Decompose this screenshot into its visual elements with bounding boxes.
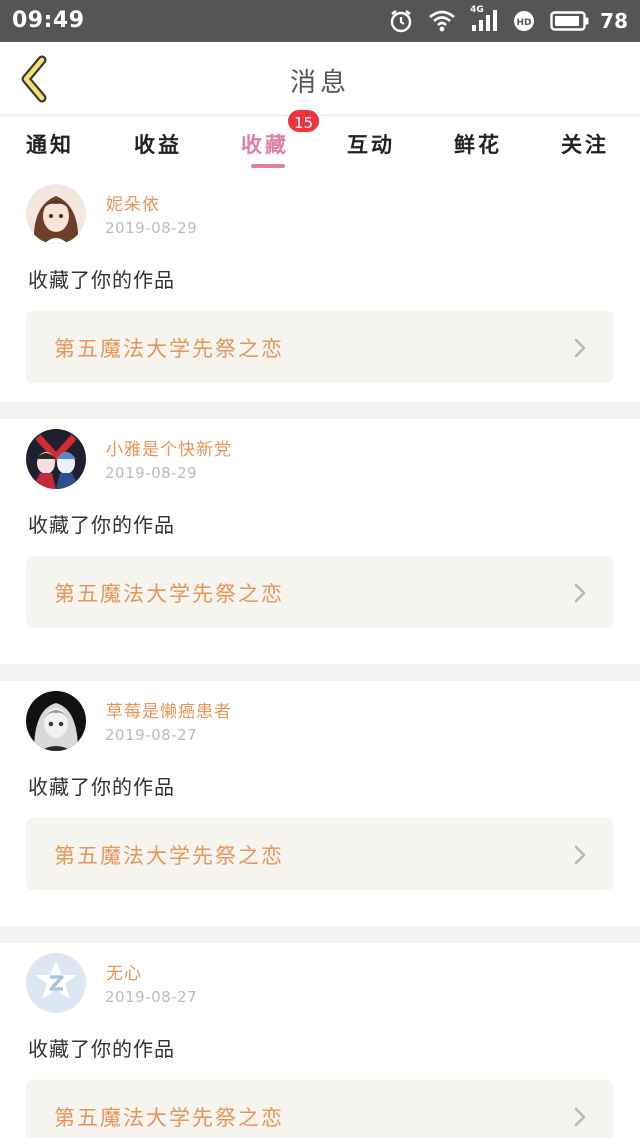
avatar[interactable] (26, 953, 86, 1013)
work-title: 第五魔法大学先祭之恋 (54, 844, 284, 868)
list-item: 草莓是懒癌患者 2019-08-27 收藏了你的作品 第五魔法大学先祭之恋 (0, 681, 640, 926)
battery-icon (550, 10, 590, 32)
tab-interactions[interactable]: 互动 (347, 129, 395, 159)
divider (0, 664, 640, 681)
avatar[interactable] (26, 691, 86, 751)
tab-earnings[interactable]: 收益 (134, 129, 182, 159)
username[interactable]: 草莓是懒癌患者 (106, 697, 232, 722)
work-link[interactable]: 第五魔法大学先祭之恋 (26, 818, 613, 890)
nav-header: 消息 (0, 42, 640, 116)
unread-badge: 15 (286, 108, 322, 134)
chevron-right-icon (574, 583, 586, 603)
status-bar: 09:49 4G HD 78 (0, 0, 640, 42)
chevron-right-icon (574, 338, 586, 358)
divider (0, 926, 640, 943)
timestamp: 2019-08-29 (105, 219, 198, 237)
tab-notifications[interactable]: 通知 (26, 129, 74, 159)
chevron-right-icon (574, 845, 586, 865)
battery-level: 78 (600, 9, 628, 33)
status-time: 09:49 (12, 8, 85, 33)
work-link[interactable]: 第五魔法大学先祭之恋 (26, 311, 613, 383)
work-title: 第五魔法大学先祭之恋 (54, 582, 284, 606)
active-tab-indicator (251, 164, 285, 168)
timestamp: 2019-08-29 (105, 464, 198, 482)
list-item: 无心 2019-08-27 收藏了你的作品 第五魔法大学先祭之恋 (0, 943, 640, 1138)
page-title: 消息 (289, 68, 350, 98)
divider (0, 402, 640, 419)
work-link[interactable]: 第五魔法大学先祭之恋 (26, 1080, 613, 1138)
username[interactable]: 小雅是个快新党 (106, 435, 232, 460)
alarm-icon (388, 8, 414, 34)
chevron-right-icon (574, 1107, 586, 1127)
username[interactable]: 无心 (106, 959, 142, 984)
hd-icon: HD (512, 9, 536, 33)
work-title: 第五魔法大学先祭之恋 (54, 1106, 284, 1130)
action-text: 收藏了你的作品 (28, 513, 175, 537)
list-item: 小雅是个快新党 2019-08-29 收藏了你的作品 第五魔法大学先祭之恋 (0, 419, 640, 664)
action-text: 收藏了你的作品 (28, 775, 175, 799)
work-title: 第五魔法大学先祭之恋 (54, 337, 284, 361)
action-text: 收藏了你的作品 (28, 1037, 175, 1061)
message-feed: 妮朵依 2019-08-29 收藏了你的作品 第五魔法大学先祭之恋 小雅是个快新… (0, 174, 640, 1138)
network-label: 4G (470, 5, 484, 15)
avatar[interactable] (26, 429, 86, 489)
timestamp: 2019-08-27 (105, 988, 198, 1006)
username[interactable]: 妮朵依 (106, 190, 160, 215)
status-icons: 4G HD 78 (388, 5, 628, 36)
avatar[interactable] (26, 184, 86, 244)
wifi-icon (428, 9, 456, 33)
signal-icon: 4G (470, 5, 498, 33)
action-text: 收藏了你的作品 (28, 268, 175, 292)
tab-favorites[interactable]: 收藏 (241, 129, 289, 159)
list-item: 妮朵依 2019-08-29 收藏了你的作品 第五魔法大学先祭之恋 (0, 174, 640, 402)
tab-follows[interactable]: 关注 (561, 129, 609, 159)
svg-text:HD: HD (517, 18, 532, 28)
timestamp: 2019-08-27 (105, 726, 198, 744)
tab-flowers[interactable]: 鲜花 (454, 129, 502, 159)
work-link[interactable]: 第五魔法大学先祭之恋 (26, 556, 613, 628)
